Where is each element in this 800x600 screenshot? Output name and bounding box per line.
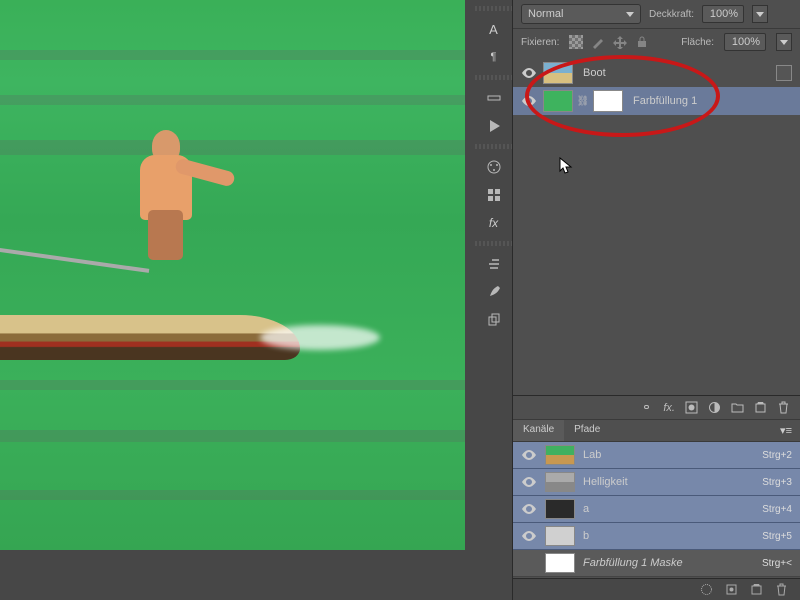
channel-name: a <box>583 503 754 515</box>
panel-tabs: Kanäle Pfade ▾≡ <box>513 420 800 442</box>
lock-all-icon[interactable] <box>635 35 649 49</box>
lock-pixels-icon[interactable] <box>591 35 605 49</box>
visibility-toggle-icon[interactable] <box>521 502 537 516</box>
lock-transparency-icon[interactable] <box>569 35 583 49</box>
new-layer-icon[interactable] <box>754 401 767 414</box>
lock-label: Fixieren: <box>521 37 559 48</box>
channel-shortcut: Strg+5 <box>762 531 792 542</box>
channels-panel: fx. Kanäle Pfade ▾≡ Lab Strg+2 Helligkei… <box>513 395 800 600</box>
layer-filter-icon[interactable] <box>776 65 792 81</box>
visibility-toggle-icon[interactable] <box>521 448 537 462</box>
panel-menu-icon[interactable]: ▾≡ <box>772 420 800 441</box>
mask-icon[interactable] <box>685 401 698 414</box>
layer-row[interactable]: ⛓ Farbfüllung 1 <box>513 87 800 115</box>
channel-name: Farbfüllung 1 Maske <box>583 557 754 569</box>
channel-thumbnail <box>545 553 575 573</box>
mask-thumbnail[interactable] <box>593 90 623 112</box>
visibility-toggle-icon[interactable] <box>521 529 537 543</box>
link-icon[interactable] <box>640 401 653 414</box>
layers-panel-header: Normal Deckkraft: 100% <box>513 0 800 29</box>
layers-footer-bar: fx. <box>513 396 800 420</box>
vertical-tool-strip: A ¶ fx <box>475 0 513 600</box>
channel-row[interactable]: a Strg+4 <box>513 496 800 523</box>
adjustment-icon[interactable] <box>708 401 721 414</box>
channel-shortcut: Strg+4 <box>762 504 792 515</box>
fill-thumbnail[interactable] <box>543 90 573 112</box>
save-selection-icon[interactable] <box>725 583 738 596</box>
channel-row[interactable]: Lab Strg+2 <box>513 442 800 469</box>
channel-name: b <box>583 530 754 542</box>
visibility-toggle-icon[interactable] <box>521 94 537 108</box>
visibility-toggle-icon[interactable] <box>521 556 537 570</box>
channel-shortcut: Strg+2 <box>762 450 792 461</box>
visibility-toggle-icon[interactable] <box>521 475 537 489</box>
layer-name[interactable]: Farbfüllung 1 <box>633 95 697 107</box>
channel-shortcut: Strg+< <box>762 558 792 569</box>
play-icon[interactable] <box>480 114 508 138</box>
channel-thumbnail <box>545 526 575 546</box>
measurement-icon[interactable] <box>480 86 508 110</box>
fx-icon[interactable]: fx <box>480 211 508 235</box>
trash-icon[interactable] <box>777 401 790 414</box>
channel-row[interactable]: Farbfüllung 1 Maske Strg+< <box>513 550 800 577</box>
channels-footer-bar <box>513 578 800 600</box>
swatches-panel-icon[interactable] <box>480 155 508 179</box>
layer-name[interactable]: Boot <box>583 67 606 79</box>
blend-mode-dropdown[interactable]: Normal <box>521 4 641 24</box>
channel-row[interactable]: b Strg+5 <box>513 523 800 550</box>
paragraph-panel-icon[interactable]: ¶ <box>480 45 508 69</box>
trash-icon[interactable] <box>775 583 788 596</box>
opacity-label: Deckkraft: <box>649 9 694 20</box>
visibility-toggle-icon[interactable] <box>521 66 537 80</box>
lock-position-icon[interactable] <box>613 35 627 49</box>
layer-thumbnail[interactable] <box>543 62 573 84</box>
clone-source-icon[interactable] <box>480 308 508 332</box>
load-selection-icon[interactable] <box>700 583 713 596</box>
tab-paths[interactable]: Pfade <box>564 420 610 441</box>
channel-thumbnail <box>545 499 575 519</box>
channel-name: Lab <box>583 449 754 461</box>
fx-icon[interactable]: fx. <box>663 402 675 414</box>
tab-channels[interactable]: Kanäle <box>513 420 564 441</box>
brush-panel-icon[interactable] <box>480 280 508 304</box>
chevron-down-icon <box>626 12 634 17</box>
channel-shortcut: Strg+3 <box>762 477 792 488</box>
opacity-value[interactable]: 100% <box>702 5 744 23</box>
boat-subject <box>0 200 340 380</box>
link-icon[interactable]: ⛓ <box>579 96 587 107</box>
character-panel-icon[interactable]: A <box>480 17 508 41</box>
folder-icon[interactable] <box>731 401 744 414</box>
layers-list: Boot ⛓ Farbfüllung 1 <box>513 55 800 119</box>
adjustments-icon[interactable] <box>480 252 508 276</box>
channels-list: Lab Strg+2 Helligkeit Strg+3 a Strg+4 b … <box>513 442 800 577</box>
blend-mode-value: Normal <box>528 8 563 20</box>
lock-row: Fixieren: Fläche: 100% <box>513 29 800 55</box>
channel-thumbnail <box>545 472 575 492</box>
channel-thumbnail <box>545 445 575 465</box>
opacity-dropdown[interactable] <box>752 5 768 23</box>
channel-row[interactable]: Helligkeit Strg+3 <box>513 469 800 496</box>
fill-label: Fläche: <box>681 37 714 48</box>
new-channel-icon[interactable] <box>750 583 763 596</box>
channel-name: Helligkeit <box>583 476 754 488</box>
layer-row[interactable]: Boot <box>513 59 800 87</box>
document-canvas[interactable] <box>0 0 465 550</box>
styles-panel-icon[interactable] <box>480 183 508 207</box>
fill-value[interactable]: 100% <box>724 33 766 51</box>
fill-dropdown[interactable] <box>776 33 792 51</box>
